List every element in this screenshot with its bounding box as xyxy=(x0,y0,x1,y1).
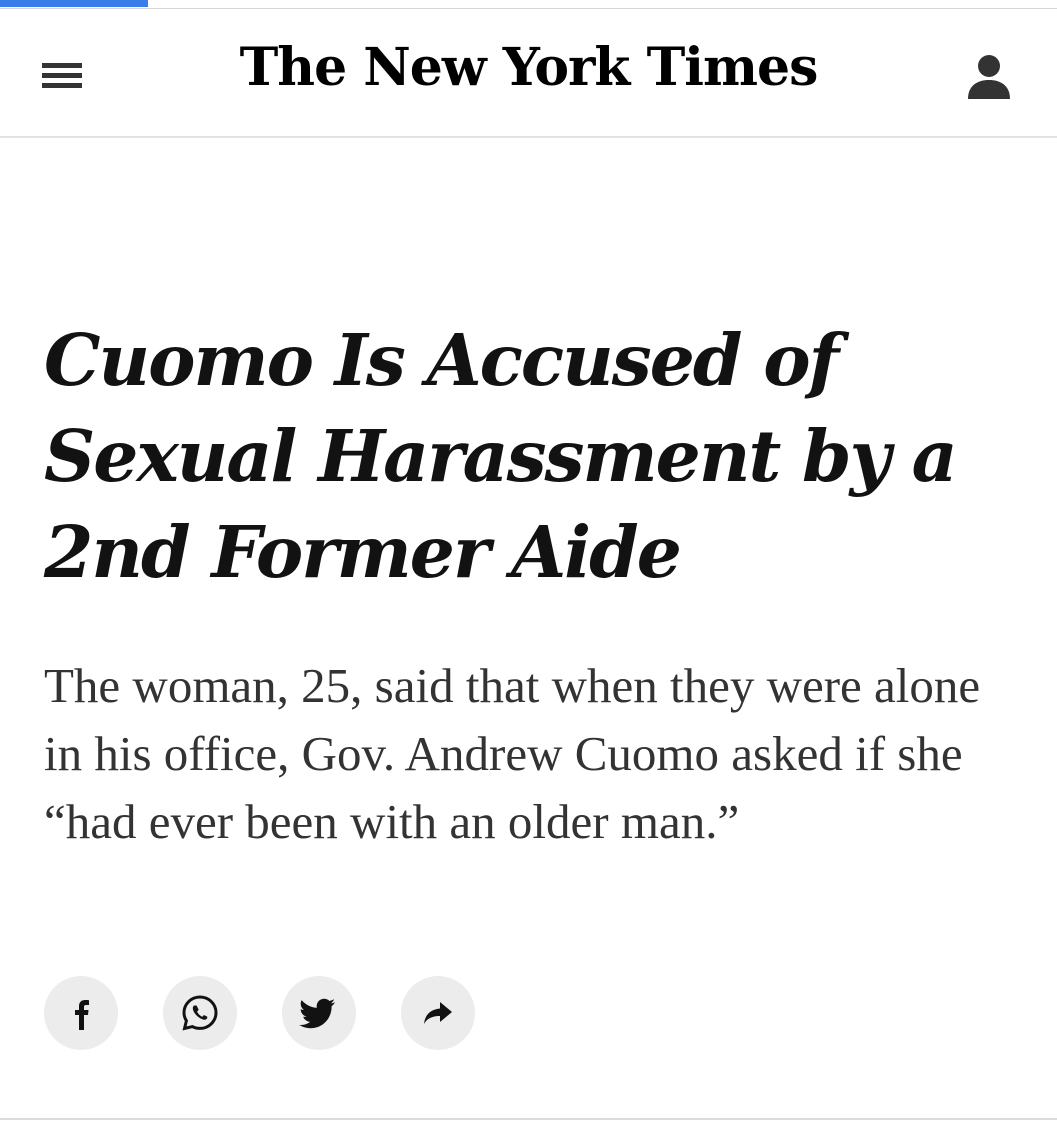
twitter-share-button[interactable] xyxy=(282,976,356,1050)
whatsapp-share-button[interactable] xyxy=(163,976,237,1050)
facebook-icon xyxy=(75,1000,89,1030)
more-share-button[interactable] xyxy=(401,976,475,1050)
article-summary: The woman, 25, said that when they were … xyxy=(44,658,981,849)
whatsapp-icon xyxy=(182,995,218,1031)
share-arrow-icon xyxy=(424,1002,452,1024)
facebook-share-button[interactable] xyxy=(44,976,118,1050)
user-account-icon[interactable] xyxy=(966,52,1012,100)
article-headline[interactable]: Cuomo Is Accused of Sexual Harassment by… xyxy=(44,312,1034,600)
section-divider xyxy=(0,1118,1057,1120)
twitter-icon xyxy=(299,998,335,1029)
page-load-progress-fill xyxy=(0,0,148,7)
nyt-logo[interactable]: The New York Times xyxy=(0,42,1057,94)
masthead: The New York Times xyxy=(0,8,1057,138)
